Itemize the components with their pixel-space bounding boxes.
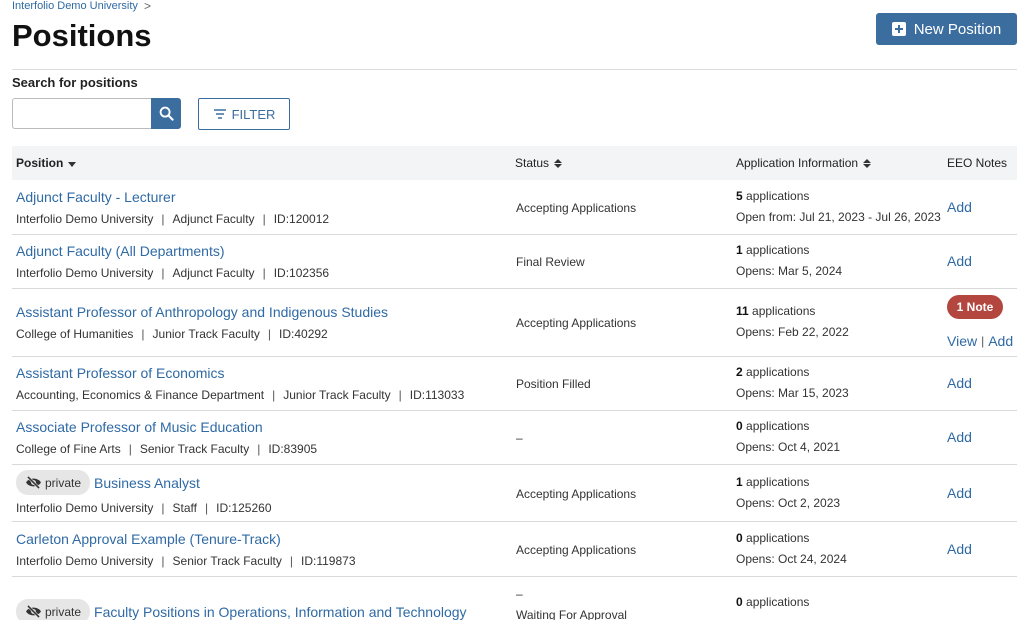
position-title-link[interactable]: Assistant Professor of Economics xyxy=(16,365,225,381)
filter-label: FILTER xyxy=(231,106,276,122)
breadcrumb-link[interactable]: Interfolio Demo University xyxy=(12,0,138,12)
status-text: Accepting Applications xyxy=(516,487,637,501)
new-position-label: New Position xyxy=(913,20,1002,38)
application-info: 5 applications Open from: Jul 21, 2023 -… xyxy=(736,189,941,224)
table-row: Adjunct Faculty (All Departments) Interf… xyxy=(12,235,1017,289)
position-meta: Interfolio Demo University | Senior Track … xyxy=(16,554,356,568)
sort-desc-icon xyxy=(68,161,77,167)
eeo-view-link[interactable]: View xyxy=(947,333,977,349)
private-badge: private xyxy=(16,470,91,495)
eeo-add-link[interactable]: Add xyxy=(947,429,972,445)
plus-icon xyxy=(891,22,906,36)
filter-button[interactable]: FILTER xyxy=(198,98,290,130)
application-info: 11 applications Opens: Feb 22, 2022 xyxy=(736,304,849,339)
position-title-link[interactable]: Assistant Professor of Anthropology and … xyxy=(16,304,388,320)
eeo-add-link[interactable]: Add xyxy=(947,375,972,391)
table-row: private Business Analyst Interfolio Demo… xyxy=(12,465,1017,522)
eye-slash-icon xyxy=(26,605,41,618)
application-info: 0 applications Opens: Oct 24, 2024 xyxy=(736,531,847,566)
position-title-link[interactable]: Carleton Approval Example (Tenure-Track) xyxy=(16,531,281,547)
position-meta: Interfolio Demo University | Adjunct Facul… xyxy=(16,266,330,280)
application-info: 1 applications Opens: Mar 5, 2024 xyxy=(736,243,843,278)
position-meta: Accounting, Economics & Finance Departme… xyxy=(16,388,465,402)
breadcrumb: Interfolio Demo University > xyxy=(12,0,151,13)
column-label: Application Information xyxy=(736,156,859,170)
position-title-link[interactable]: Faculty Positions in Operations, Informa… xyxy=(94,604,467,620)
table-row: Adjunct Faculty - Lecturer Interfolio De… xyxy=(12,180,1017,235)
table-row: Assistant Professor of Economics Account… xyxy=(12,357,1017,411)
position-title-link[interactable]: Business Analyst xyxy=(94,475,200,491)
status-text: – Waiting For Approval xyxy=(516,587,627,620)
column-header-position[interactable]: Position xyxy=(16,156,77,170)
eeo-separator: | xyxy=(981,334,985,348)
new-position-button[interactable]: New Position xyxy=(876,13,1017,45)
table-row: Carleton Approval Example (Tenure-Track)… xyxy=(12,522,1017,577)
application-info: 1 applications Opens: Oct 2, 2023 xyxy=(736,475,841,510)
eeo-add-link[interactable]: Add xyxy=(947,253,972,269)
position-meta: Interfolio Demo University | Staff | ID:1252… xyxy=(16,501,272,515)
column-label: Status xyxy=(515,156,550,170)
page-title: Positions xyxy=(12,18,152,53)
eye-slash-icon xyxy=(26,476,41,489)
table-row: private Faculty Positions in Operations,… xyxy=(12,577,1017,620)
status-text: – xyxy=(516,431,523,445)
eeo-add-link[interactable]: Add xyxy=(988,333,1013,349)
status-text: Accepting Applications xyxy=(516,543,637,557)
application-info: 2 applications Opens: Mar 15, 2023 xyxy=(736,365,849,400)
header-divider xyxy=(12,69,1017,70)
column-header-status[interactable]: Status xyxy=(515,156,563,170)
filter-icon xyxy=(213,109,226,119)
column-header-eeo-notes: EEO Notes xyxy=(947,156,1007,170)
sort-icon xyxy=(863,158,872,168)
column-label: Position xyxy=(16,156,64,170)
position-meta: College of Fine Arts | Senior Track Facult… xyxy=(16,442,318,456)
position-meta: College of Humanities | Junior Track Facul… xyxy=(16,327,328,341)
table-header: Position Status Application Information … xyxy=(12,146,1017,180)
eeo-add-link[interactable]: Add xyxy=(947,199,972,215)
position-title-link[interactable]: Associate Professor of Music Education xyxy=(16,419,263,435)
search-icon xyxy=(159,106,174,121)
breadcrumb-separator: > xyxy=(143,0,151,13)
position-title-link[interactable]: Adjunct Faculty - Lecturer xyxy=(16,189,176,205)
eeo-note-badge[interactable]: 1 Note xyxy=(947,295,1003,319)
application-info: 0 applications Opens: Oct 4, 2021 xyxy=(736,419,841,454)
status-text: Position Filled xyxy=(516,377,591,391)
column-label: EEO Notes xyxy=(947,156,1008,170)
search-label: Search for positions xyxy=(12,75,138,90)
column-header-application-information[interactable]: Application Information xyxy=(736,156,872,170)
position-meta: Interfolio Demo University | Adjunct Facul… xyxy=(16,212,330,226)
sort-icon xyxy=(554,158,563,168)
status-text: Final Review xyxy=(516,255,585,269)
table-row: Associate Professor of Music Education C… xyxy=(12,411,1017,465)
status-text: Accepting Applications xyxy=(516,201,637,215)
status-text: Accepting Applications xyxy=(516,316,637,330)
table-row: Assistant Professor of Anthropology and … xyxy=(12,289,1017,357)
eeo-add-link[interactable]: Add xyxy=(947,485,972,501)
eeo-add-link[interactable]: Add xyxy=(947,541,972,557)
application-info: 0 applications xyxy=(736,595,810,609)
position-title-link[interactable]: Adjunct Faculty (All Departments) xyxy=(16,243,225,259)
search-input[interactable] xyxy=(12,98,152,129)
search-button[interactable] xyxy=(151,98,181,129)
eeo-actions: View | Add xyxy=(947,333,1013,349)
private-badge: private xyxy=(16,599,91,620)
